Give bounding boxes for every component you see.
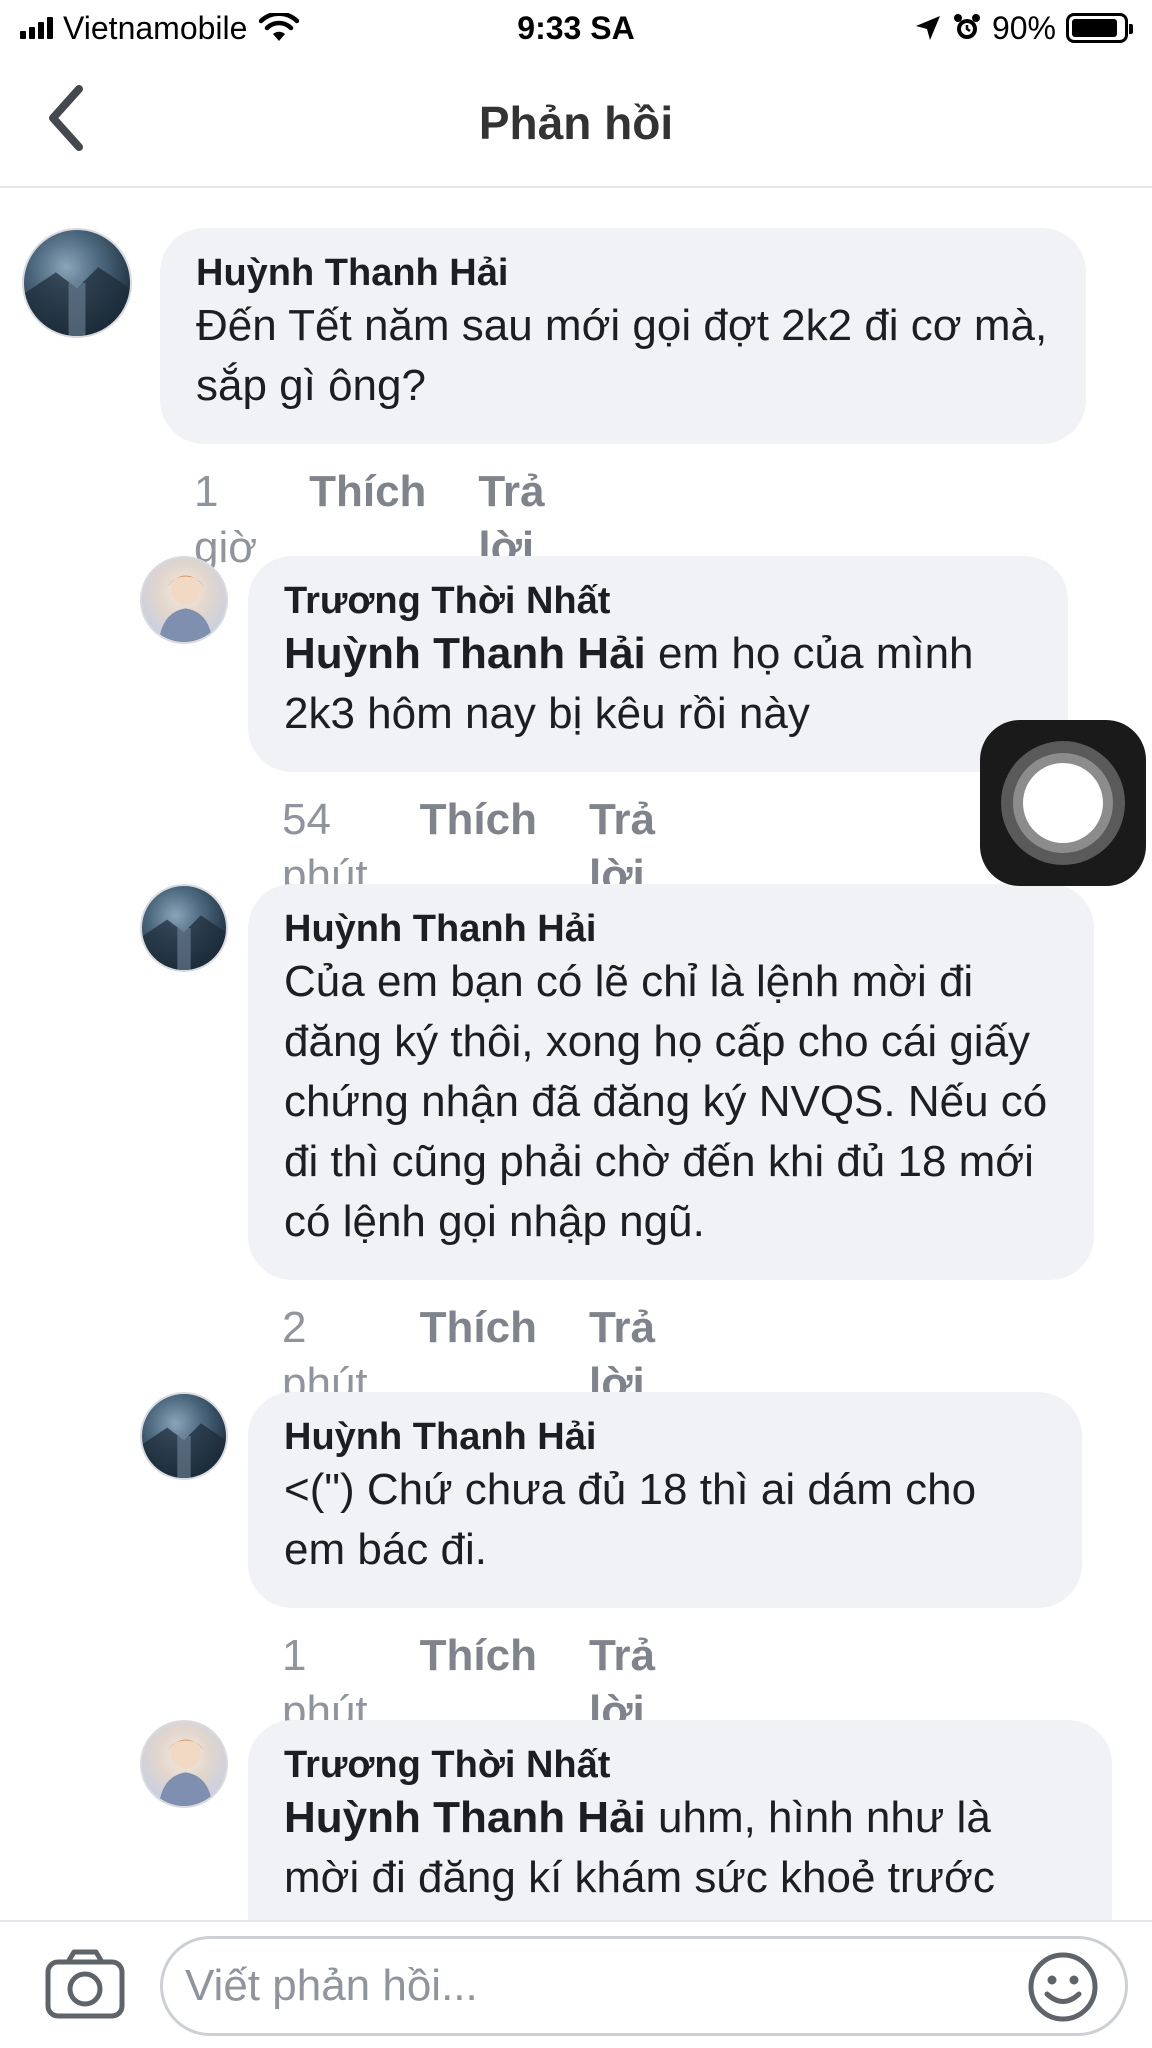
avatar[interactable] — [140, 884, 228, 972]
comment-text: <(") Chứ chưa đủ 18 thì ai dám cho em bá… — [284, 1465, 977, 1574]
mention-link[interactable]: Huỳnh Thanh Hải — [284, 1793, 646, 1842]
location-arrow-icon — [915, 16, 940, 40]
comment-bubble: Trương Thời Nhất Huỳnh Thanh Hải em họ c… — [248, 556, 1068, 772]
comment-author[interactable]: Trương Thời Nhất — [284, 578, 1032, 624]
comment-author[interactable]: Huỳnh Thanh Hải — [196, 250, 1050, 296]
reply-composer — [0, 1920, 1152, 2048]
comment-time: 1 giờ — [194, 467, 258, 572]
comment-text: Của em bạn có lẽ chỉ là lệnh mời đi đăng… — [284, 957, 1048, 1246]
comment-text: Đến Tết năm sau mới gọi đợt 2k2 đi cơ mà… — [196, 301, 1048, 410]
comment-author[interactable]: Huỳnh Thanh Hải — [284, 906, 1058, 952]
reply-field[interactable] — [160, 1936, 1128, 2036]
avatar[interactable] — [22, 228, 132, 338]
avatar[interactable] — [140, 1720, 228, 1808]
mention-link[interactable]: Huỳnh Thanh Hải — [284, 629, 646, 678]
comment-bubble: Huỳnh Thanh Hải Của em bạn có lẽ chỉ là … — [248, 884, 1094, 1280]
page-title: Phản hồi — [478, 97, 674, 149]
camera-icon — [45, 1949, 125, 2019]
avatar[interactable] — [140, 556, 228, 644]
comment-bubble: Huỳnh Thanh Hải <(") Chứ chưa đủ 18 thì … — [248, 1392, 1082, 1608]
battery-icon — [1066, 13, 1133, 43]
emoji-button[interactable] — [1027, 1951, 1099, 2023]
header: Phản hồi — [0, 58, 1152, 188]
comment-author[interactable]: Huỳnh Thanh Hải — [284, 1414, 1046, 1460]
avatar[interactable] — [140, 1392, 228, 1480]
emoji-icon — [1028, 1952, 1098, 2022]
comment-bubble: Huỳnh Thanh Hải Đến Tết năm sau mới gọi … — [160, 228, 1086, 444]
reply-input[interactable] — [185, 1939, 1005, 2033]
camera-button[interactable] — [44, 1944, 126, 2026]
assistive-touch-button[interactable] — [980, 720, 1146, 886]
comment-author[interactable]: Trương Thời Nhất — [284, 1742, 1076, 1788]
status-bar: Vietnamobile 9:33 SA 90% — [0, 0, 1152, 58]
battery-percent: 90% — [991, 9, 1056, 46]
alarm-icon — [953, 14, 980, 39]
